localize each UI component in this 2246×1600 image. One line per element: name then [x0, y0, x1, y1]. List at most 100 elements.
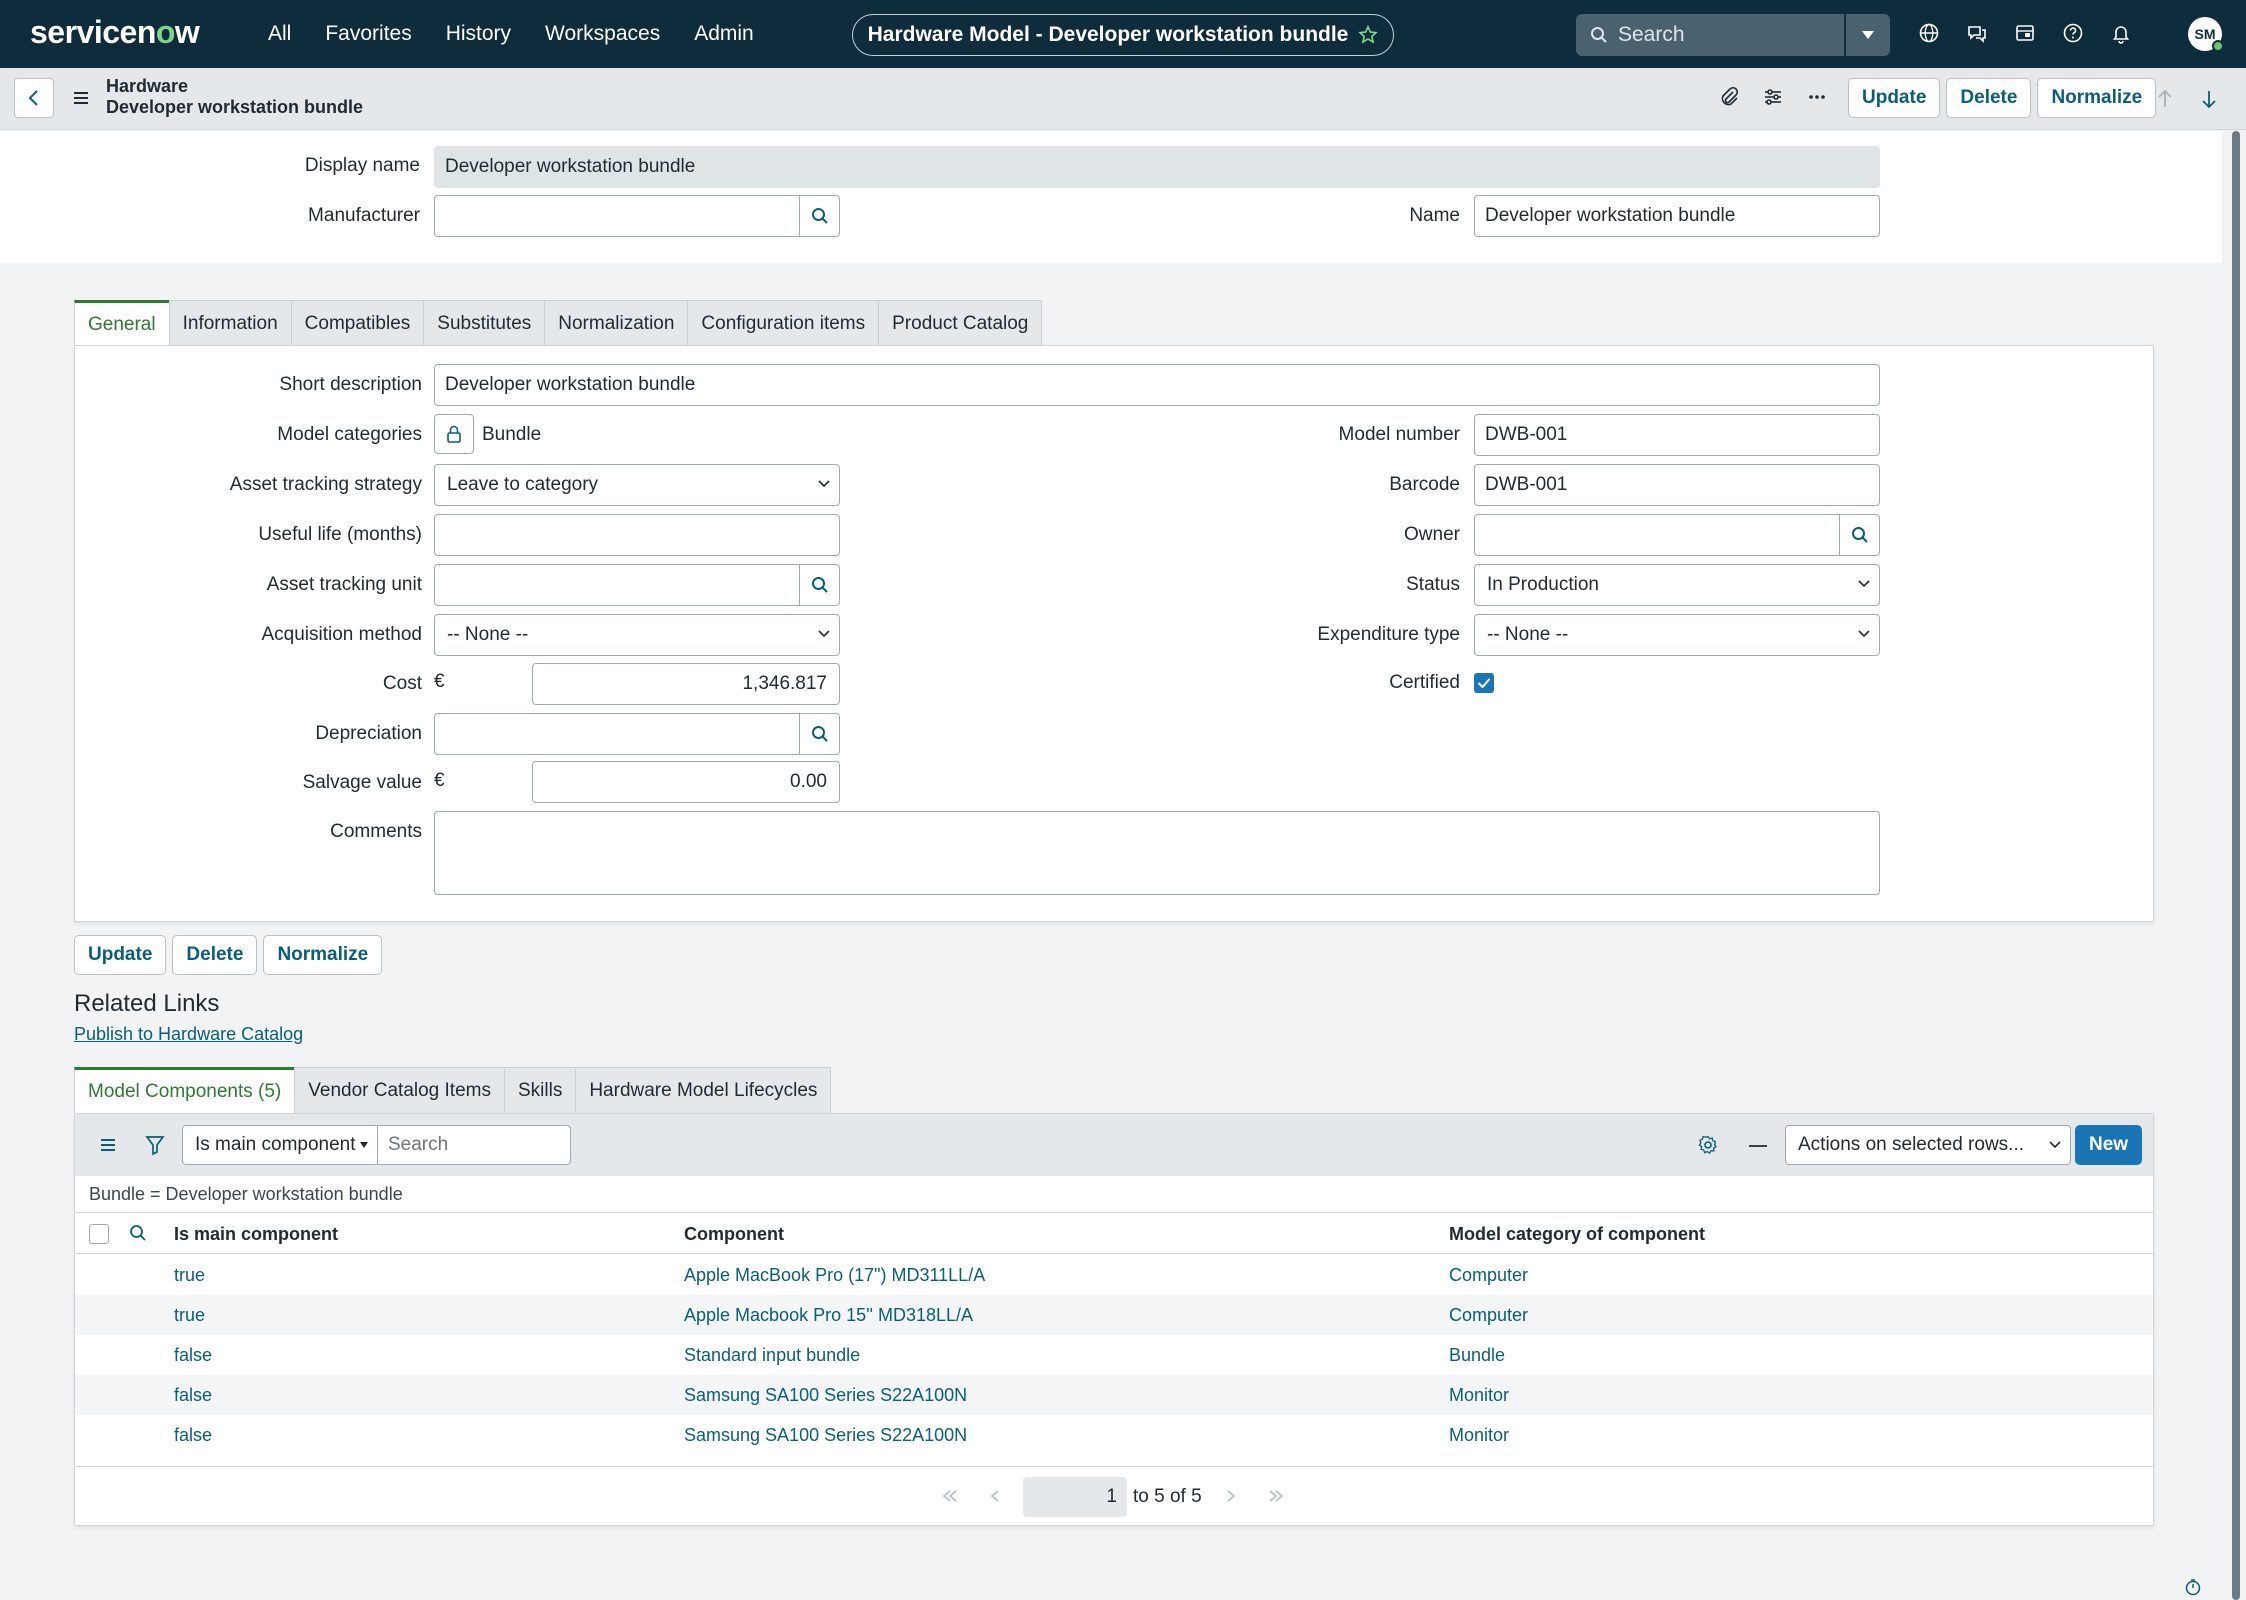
notifications-bell-icon[interactable]: [2110, 22, 2132, 44]
tab-product-catalog[interactable]: Product Catalog: [878, 300, 1043, 346]
record-title-pill[interactable]: Hardware Model - Developer workstation b…: [852, 14, 1394, 56]
last-page-icon[interactable]: [1267, 1489, 1285, 1503]
tab-substitutes[interactable]: Substitutes: [423, 300, 546, 346]
page-scrollbar[interactable]: [2232, 131, 2240, 1600]
acquisition-method-select[interactable]: -- None --: [434, 614, 840, 656]
model-number-field[interactable]: DWB-001: [1474, 414, 1880, 456]
list-search-input[interactable]: Search: [377, 1125, 571, 1165]
search-scope-dropdown[interactable]: [1846, 14, 1890, 56]
tab-model-components[interactable]: Model Components (5): [74, 1067, 296, 1113]
chat-icon[interactable]: [1966, 22, 1988, 44]
column-header-model-category[interactable]: Model category of component: [1449, 1224, 1705, 1245]
publish-to-hardware-catalog-link[interactable]: Publish to Hardware Catalog: [74, 1024, 303, 1045]
previous-record-arrow-icon[interactable]: [2156, 88, 2174, 110]
delete-button[interactable]: Delete: [172, 935, 258, 975]
nav-all[interactable]: All: [268, 22, 291, 46]
next-record-arrow-icon[interactable]: [2200, 88, 2218, 110]
model-category-link[interactable]: Computer: [1449, 1265, 1528, 1286]
list-filter-breadcrumb[interactable]: Bundle = Developer workstation bundle: [89, 1184, 403, 1205]
attachment-icon[interactable]: [1718, 86, 1740, 108]
is-main-component-cell[interactable]: false: [174, 1345, 212, 1366]
nav-admin[interactable]: Admin: [694, 22, 754, 46]
manufacturer-lookup-button[interactable]: [800, 195, 840, 237]
inbox-icon[interactable]: [2014, 22, 2036, 44]
page-number-input[interactable]: 1: [1023, 1477, 1127, 1517]
model-category-link[interactable]: Bundle: [1449, 1345, 1505, 1366]
model-category-link[interactable]: Monitor: [1449, 1425, 1509, 1446]
list-settings-gear-icon[interactable]: [1697, 1134, 1719, 1156]
tab-hardware-model-lifecycles[interactable]: Hardware Model Lifecycles: [575, 1067, 832, 1113]
globe-icon[interactable]: [1918, 22, 1940, 44]
comments-textarea[interactable]: [434, 811, 1880, 895]
owner-lookup-button[interactable]: [1840, 514, 1880, 556]
column-header-component[interactable]: Component: [684, 1224, 784, 1245]
tab-compatibles[interactable]: Compatibles: [290, 300, 425, 346]
table-row: false Samsung SA100 Series S22A100N Moni…: [75, 1415, 2153, 1455]
is-main-component-cell[interactable]: true: [174, 1265, 205, 1286]
next-page-icon[interactable]: [1225, 1489, 1237, 1503]
previous-page-icon[interactable]: [989, 1489, 1001, 1503]
servicenow-logo[interactable]: servicenow: [30, 14, 200, 51]
header-delete-button[interactable]: Delete: [1946, 78, 2032, 118]
first-page-icon[interactable]: [941, 1489, 959, 1503]
tab-skills[interactable]: Skills: [503, 1067, 577, 1113]
select-all-checkbox[interactable]: [89, 1224, 109, 1244]
context-menu-icon[interactable]: [72, 90, 90, 106]
personalize-form-icon[interactable]: [1762, 86, 1784, 108]
header-normalize-button[interactable]: Normalize: [2037, 78, 2157, 118]
depreciation-lookup-button[interactable]: [800, 713, 840, 755]
expenditure-type-select[interactable]: -- None --: [1474, 614, 1880, 656]
short-description-field[interactable]: Developer workstation bundle: [434, 364, 1880, 406]
component-link[interactable]: Apple MacBook Pro (17") MD311LL/A: [684, 1265, 985, 1286]
asset-tracking-unit-lookup-button[interactable]: [800, 564, 840, 606]
manufacturer-field[interactable]: [434, 195, 800, 237]
tab-vendor-catalog-items[interactable]: Vendor Catalog Items: [294, 1067, 505, 1113]
column-search-icon[interactable]: [129, 1224, 147, 1242]
tab-information[interactable]: Information: [168, 300, 292, 346]
update-button[interactable]: Update: [74, 935, 167, 975]
nav-history[interactable]: History: [446, 22, 511, 46]
tab-general[interactable]: General: [74, 300, 170, 346]
name-field[interactable]: Developer workstation bundle: [1474, 195, 1880, 237]
asset-tracking-unit-field[interactable]: [434, 564, 800, 606]
favorite-star-icon[interactable]: [1358, 25, 1379, 45]
actions-on-selected-rows-select[interactable]: Actions on selected rows...: [1785, 1125, 2071, 1165]
barcode-field[interactable]: DWB-001: [1474, 464, 1880, 506]
back-button[interactable]: [14, 78, 54, 118]
component-link[interactable]: Samsung SA100 Series S22A100N: [684, 1425, 967, 1446]
is-main-component-cell[interactable]: false: [174, 1385, 212, 1406]
component-link[interactable]: Samsung SA100 Series S22A100N: [684, 1385, 967, 1406]
useful-life-field[interactable]: [434, 514, 840, 556]
column-header-is-main-component[interactable]: Is main component: [174, 1224, 338, 1245]
filter-icon[interactable]: [145, 1134, 165, 1156]
cost-field[interactable]: 1,346.817: [532, 663, 840, 705]
response-time-icon[interactable]: [2184, 1578, 2202, 1596]
is-main-component-cell[interactable]: true: [174, 1305, 205, 1326]
new-button[interactable]: New: [2075, 1125, 2143, 1165]
status-select[interactable]: In Production: [1474, 564, 1880, 606]
component-link[interactable]: Standard input bundle: [684, 1345, 860, 1366]
header-update-button[interactable]: Update: [1848, 78, 1941, 118]
salvage-value-field[interactable]: 0.00: [532, 761, 840, 803]
certified-checkbox[interactable]: [1474, 673, 1494, 693]
nav-workspaces[interactable]: Workspaces: [545, 22, 660, 46]
component-link[interactable]: Apple Macbook Pro 15'' MD318LL/A: [684, 1305, 973, 1326]
tab-normalization[interactable]: Normalization: [544, 300, 689, 346]
more-options-icon[interactable]: [1806, 86, 1828, 108]
list-context-menu-icon[interactable]: [99, 1137, 117, 1153]
help-icon[interactable]: [2062, 22, 2084, 44]
tab-configuration-items[interactable]: Configuration items: [687, 300, 880, 346]
model-category-link[interactable]: Monitor: [1449, 1385, 1509, 1406]
owner-field[interactable]: [1474, 514, 1840, 556]
global-search-input[interactable]: Search: [1576, 14, 1844, 56]
model-categories-lock-button[interactable]: [434, 414, 474, 454]
is-main-component-cell[interactable]: false: [174, 1425, 212, 1446]
model-category-link[interactable]: Computer: [1449, 1305, 1528, 1326]
table-row: true Apple MacBook Pro (17") MD311LL/A C…: [75, 1255, 2153, 1295]
asset-tracking-strategy-select[interactable]: Leave to category: [434, 464, 840, 506]
search-field-select[interactable]: Is main component: [182, 1125, 378, 1165]
normalize-button[interactable]: Normalize: [263, 935, 383, 975]
collapse-list-icon[interactable]: [1749, 1144, 1767, 1148]
depreciation-field[interactable]: [434, 713, 800, 755]
nav-favorites[interactable]: Favorites: [325, 22, 411, 46]
